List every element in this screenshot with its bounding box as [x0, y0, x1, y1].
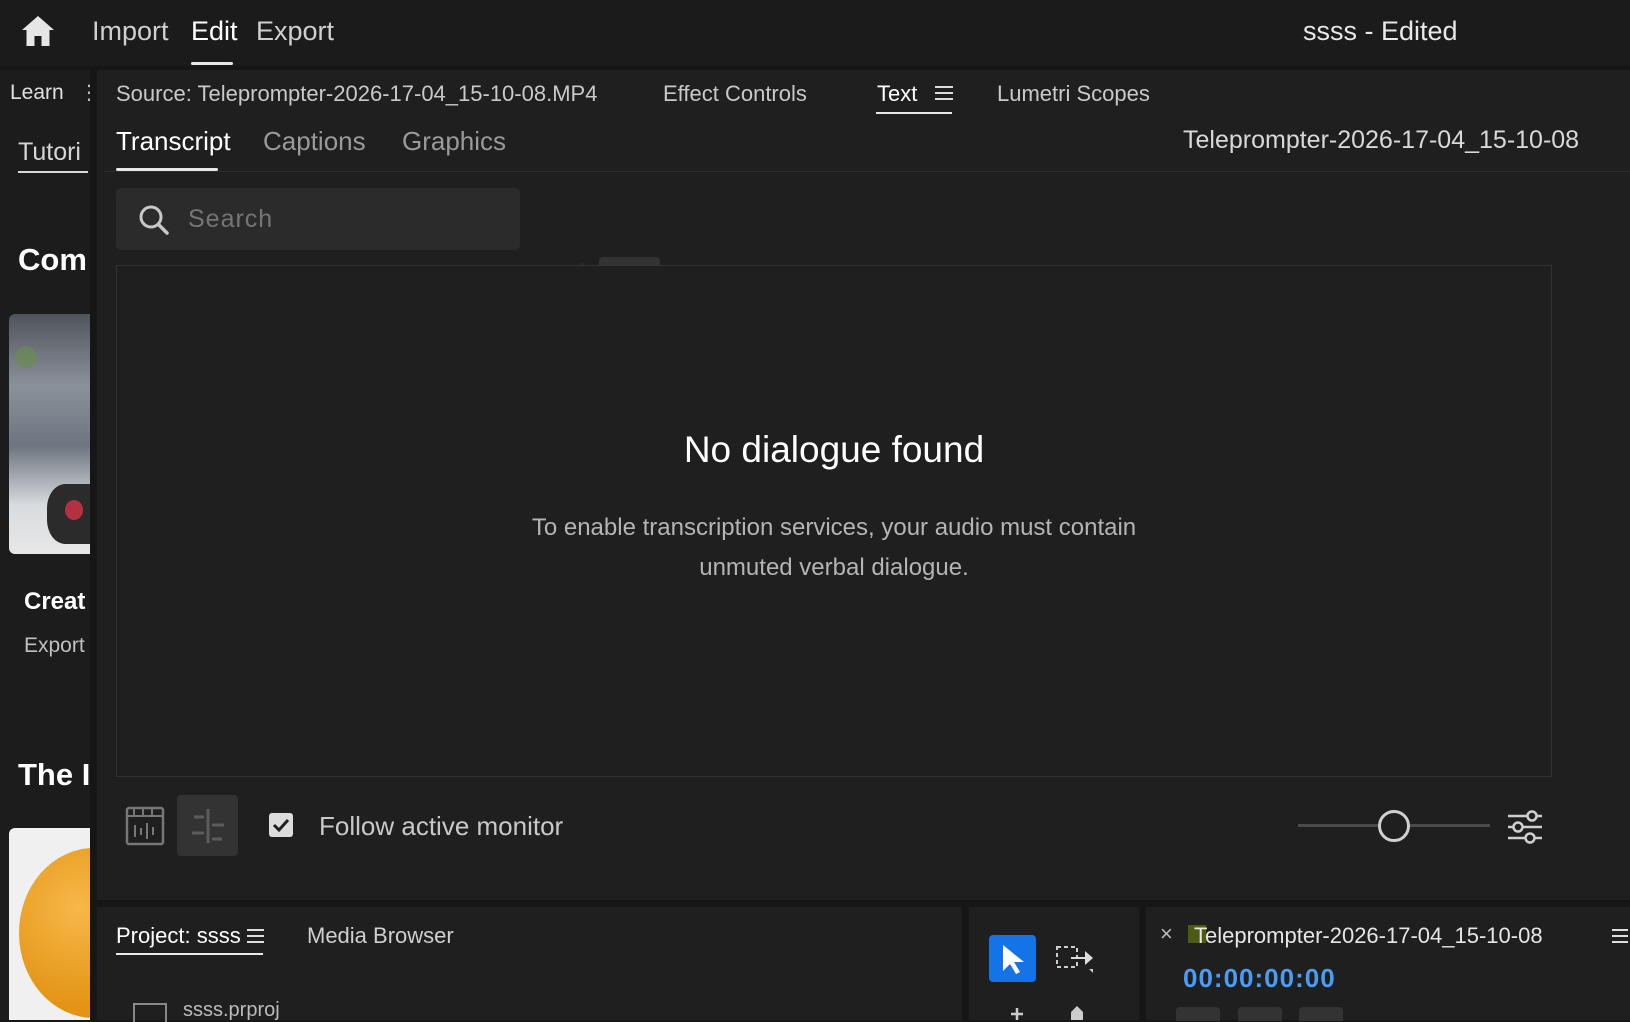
project-tab-menu-icon[interactable] — [247, 929, 264, 944]
top-bar: Import Edit Export ssss - Edited — [0, 0, 1630, 66]
tab-text-underline — [876, 112, 952, 114]
tutorials-tab-underline — [18, 171, 88, 173]
tab-text[interactable]: Text — [877, 81, 917, 107]
learn-heading-1: Com — [18, 242, 87, 277]
tutorial-card-subtitle: Export — [24, 634, 85, 657]
tab-effect-controls[interactable]: Effect Controls — [663, 81, 807, 107]
timeline-button-2[interactable] — [1238, 1007, 1282, 1021]
subtab-divider — [104, 171, 1630, 172]
subtab-transcript[interactable]: Transcript — [116, 126, 231, 157]
tools-panel — [969, 907, 1139, 1020]
thumbnail-orange — [19, 848, 90, 1018]
project-title: ssss - Edited — [1303, 16, 1458, 47]
thumbnail-accent — [65, 500, 83, 520]
learn-panel: Learn ⋮ Tutori Com Creat Export The I — [0, 70, 90, 1020]
text-tab-menu-icon[interactable] — [935, 85, 953, 101]
project-file-icon — [133, 1003, 167, 1022]
empty-state-line-1: To enable transcription services, your a… — [531, 514, 1137, 541]
subtab-captions[interactable]: Captions — [263, 126, 366, 157]
project-status: - Edited — [1364, 16, 1458, 46]
tutorial-card-title[interactable]: Creat — [24, 588, 85, 616]
project-name: ssss — [1303, 16, 1357, 46]
thumbnail-bokeh — [15, 346, 37, 368]
ripple-edit-icon[interactable] — [1007, 1004, 1027, 1020]
tutorial-thumbnail[interactable] — [9, 314, 90, 554]
pen-tool-icon[interactable] — [1069, 1004, 1085, 1020]
tutorial-thumbnail-2[interactable] — [9, 828, 90, 1020]
tab-lumetri-scopes[interactable]: Lumetri Scopes — [997, 81, 1150, 107]
speaker-layout-button[interactable] — [177, 795, 238, 856]
learn-heading-2: The I — [18, 757, 90, 792]
search-icon — [138, 204, 170, 236]
close-sequence-icon[interactable]: × — [1160, 921, 1173, 947]
nav-edit[interactable]: Edit — [191, 16, 238, 47]
empty-state-line-2: unmuted verbal dialogue. — [699, 554, 969, 581]
sequence-timecode[interactable]: 00:00:00:00 — [1183, 963, 1336, 994]
selection-tool-icon[interactable] — [989, 935, 1036, 982]
follow-monitor-checkbox[interactable] — [269, 813, 293, 837]
tab-media-browser[interactable]: Media Browser — [307, 923, 454, 949]
project-panel: Project: ssss Media Browser ssss.prproj — [97, 907, 962, 1022]
tab-project-underline — [116, 953, 263, 955]
tab-source[interactable]: Source: Teleprompter-2026-17-04_15-10-08… — [116, 81, 597, 107]
follow-monitor-label: Follow active monitor — [319, 811, 564, 841]
audio-clip-icon[interactable] — [123, 805, 167, 847]
subtab-graphics[interactable]: Graphics — [402, 126, 506, 157]
project-file-name[interactable]: ssss.prproj — [183, 999, 280, 1022]
clip-name: Teleprompter-2026-17-04_15-10-08 — [1183, 126, 1580, 154]
tab-project[interactable]: Project: ssss — [116, 923, 241, 949]
timeline-button-1[interactable] — [1176, 1007, 1220, 1021]
transcript-area: No dialogue found To enable transcriptio… — [116, 265, 1552, 777]
nav-export[interactable]: Export — [256, 16, 334, 47]
timeline-button-3[interactable] — [1299, 1007, 1343, 1021]
nav-import[interactable]: Import — [92, 16, 169, 47]
home-icon[interactable] — [20, 14, 56, 48]
sequence-menu-icon[interactable] — [1612, 929, 1628, 944]
search-box[interactable] — [116, 188, 520, 250]
text-panel: Source: Teleprompter-2026-17-04_15-10-08… — [97, 70, 1630, 900]
sequence-panel: × Teleprompter-2026-17-04_15-10-08 00:00… — [1146, 907, 1630, 1021]
learn-tab[interactable]: Learn — [10, 81, 64, 105]
search-input[interactable] — [186, 200, 510, 238]
tutorials-tab[interactable]: Tutori — [18, 138, 81, 167]
track-select-forward-icon[interactable] — [1055, 943, 1095, 975]
settings-sliders-icon[interactable] — [1506, 808, 1544, 846]
learn-panel-menu-icon[interactable]: ⋮ — [79, 80, 90, 105]
sequence-name[interactable]: Teleprompter-2026-17-04_15-10-08 — [1194, 923, 1543, 949]
zoom-slider-thumb[interactable] — [1378, 810, 1410, 842]
nav-edit-underline — [191, 62, 233, 65]
empty-state-title: No dialogue found — [683, 429, 985, 470]
